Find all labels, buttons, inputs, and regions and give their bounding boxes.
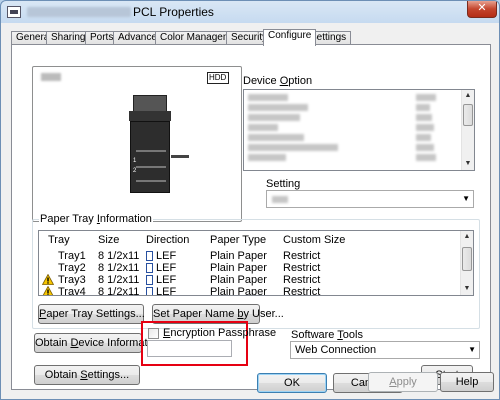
device-option-label: Device Option [243, 75, 313, 87]
column-header-direction[interactable]: Direction [146, 234, 189, 246]
printer-image: 1 2 [129, 95, 189, 193]
hdd-icon: HDD [207, 72, 230, 84]
tray-table-scrollbar[interactable]: ▲ ▼ [460, 231, 473, 295]
window-title: PCL Properties [133, 5, 214, 19]
title-redacted [27, 7, 131, 17]
device-preview: HDD 1 2 [32, 66, 242, 222]
paper-tray-settings-button[interactable]: Paper Tray Settings... [38, 304, 145, 324]
paper-tray-label: Paper Tray Information [39, 213, 153, 225]
title-bar[interactable]: PCL Properties ✕ [1, 1, 499, 23]
table-row[interactable]: Tray4 8 1/2x11 LEF Plain Paper Restrict [39, 286, 469, 295]
tab-sharing[interactable]: Sharing [46, 31, 91, 45]
column-header-custom-size[interactable]: Custom Size [283, 234, 345, 246]
printer-icon [7, 6, 21, 18]
obtain-settings-button[interactable]: Obtain Settings... [34, 365, 140, 385]
scroll-up-icon[interactable]: ▲ [462, 90, 474, 102]
software-tools-label: Software Tools [291, 329, 363, 341]
close-button[interactable]: ✕ [467, 1, 497, 18]
setting-dropdown[interactable]: ▼ [266, 190, 474, 208]
table-row[interactable]: Tray2 8 1/2x11 LEF Plain Paper Restrict [39, 262, 469, 274]
table-row[interactable]: Tray1 8 1/2x11 LEF Plain Paper Restrict [39, 250, 469, 262]
chevron-down-icon: ▼ [468, 345, 476, 354]
warning-icon [42, 274, 54, 285]
tray-number: 2 [133, 168, 137, 174]
column-header-paper-type[interactable]: Paper Type [210, 234, 266, 246]
encryption-passphrase-label: Encryption Passphrase [163, 327, 277, 339]
encryption-passphrase-input[interactable] [147, 340, 232, 357]
scroll-thumb[interactable] [462, 247, 472, 271]
encryption-passphrase-checkbox[interactable] [148, 328, 159, 339]
column-header-size[interactable]: Size [98, 234, 119, 246]
scroll-down-icon[interactable]: ▼ [462, 158, 474, 170]
tab-configure[interactable]: Configure [263, 29, 317, 46]
device-option-scrollbar[interactable]: ▲ ▼ [461, 90, 474, 170]
help-button[interactable]: Help [440, 372, 494, 392]
portrait-page-icon [146, 251, 153, 261]
table-row[interactable]: Tray3 8 1/2x11 LEF Plain Paper Restrict [39, 274, 469, 286]
setting-label: Setting [266, 178, 301, 190]
tray-number: 1 [133, 158, 137, 164]
portrait-page-icon [146, 287, 153, 295]
chevron-down-icon: ▼ [462, 194, 470, 203]
model-name-redacted [41, 73, 61, 81]
dialog-client: General Sharing Ports Advanced Color Man… [3, 23, 497, 399]
paper-tray-table[interactable]: Tray Size Direction Paper Type Custom Si… [38, 230, 474, 296]
apply-button[interactable]: Apply [368, 372, 438, 392]
scroll-up-icon[interactable]: ▲ [461, 231, 473, 243]
ok-button[interactable]: OK [257, 373, 327, 393]
column-header-tray[interactable]: Tray [48, 234, 70, 246]
scroll-thumb[interactable] [463, 104, 473, 126]
portrait-page-icon [146, 275, 153, 285]
scroll-down-icon[interactable]: ▼ [461, 283, 473, 295]
warning-icon [42, 286, 54, 295]
configure-tab-panel: HDD 1 2 Device Option ▲ ▼ Setting ▼ Pape… [11, 44, 491, 390]
device-option-list[interactable]: ▲ ▼ [243, 89, 475, 171]
properties-window: PCL Properties ✕ General Sharing Ports A… [0, 0, 500, 400]
portrait-page-icon [146, 263, 153, 273]
obtain-device-information-button[interactable]: Obtain Device Information [34, 333, 162, 353]
software-tools-dropdown[interactable]: Web Connection ▼ [290, 341, 480, 359]
